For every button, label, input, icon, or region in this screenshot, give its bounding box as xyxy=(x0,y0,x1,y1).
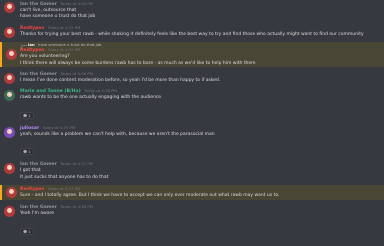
reply-preview[interactable]: Ian have someone u trust do that job xyxy=(20,42,380,49)
avatar[interactable] xyxy=(4,126,15,138)
message-mention-highlighted[interactable]: Redtypes Today at 4:37 PM Sure - and I t… xyxy=(0,185,384,201)
avatar[interactable] xyxy=(6,187,17,199)
reply-author[interactable]: Ian xyxy=(28,42,35,47)
message[interactable]: juliosar Today at 4:37 PM yeah, sounds l… xyxy=(0,125,384,157)
timestamp: Today at 4:38 PM xyxy=(60,204,93,210)
message-text: I think there will always be some burden… xyxy=(20,60,256,66)
reaction-button[interactable]: ☻ 1 xyxy=(20,227,34,235)
author-name[interactable]: juliosar xyxy=(20,126,39,131)
chat-message-list[interactable]: Ian the Gamer Today at 4:35 PM can't liv… xyxy=(0,0,384,246)
message-text: have someone u trust do that job xyxy=(20,14,96,20)
author-name[interactable]: Ian the Gamer xyxy=(20,72,57,77)
reaction-button[interactable]: ☻ 1 xyxy=(20,111,34,119)
emoji-icon: ☻ xyxy=(23,149,27,155)
emoji-icon: ☻ xyxy=(23,228,27,234)
author-name[interactable]: Ian the Gamer xyxy=(20,205,57,210)
avatar[interactable] xyxy=(4,73,15,85)
message[interactable]: Ian the Gamer Today at 4:38 PM Yeah I'm … xyxy=(0,204,384,236)
avatar[interactable] xyxy=(6,49,17,61)
avatar[interactable] xyxy=(4,90,15,102)
author-name[interactable]: Ian the Gamer xyxy=(20,162,57,167)
message-text: Sure - and I totally agree. But I think … xyxy=(20,193,280,199)
message-text: Yeah I'm aware xyxy=(20,211,55,217)
message-text: rawb wants to be the one actually engagi… xyxy=(20,95,162,101)
timestamp: Today at 4:35 PM xyxy=(47,47,81,53)
message-mention-highlighted[interactable]: Ian have someone u trust do that job Red… xyxy=(0,42,384,68)
author-name[interactable]: Redtypes xyxy=(20,48,44,53)
reaction-count: 1 xyxy=(28,112,31,118)
message-text: Thanks for trying your best rawb - while… xyxy=(20,31,364,37)
author-name[interactable]: Marie and Tanne (B/Ha) xyxy=(20,89,81,94)
message[interactable]: Ian the Gamer Today at 4:36 PM I mean I'… xyxy=(0,71,384,85)
timestamp: Today at 4:35 PM xyxy=(60,1,93,6)
message[interactable]: Ian the Gamer Today at 4:37 PM I got tha… xyxy=(0,161,384,181)
avatar[interactable] xyxy=(4,206,15,218)
timestamp: Today at 4:36 PM xyxy=(60,71,93,77)
author-name[interactable]: Redtypes xyxy=(20,26,44,31)
timestamp: Today at 4:37 PM xyxy=(60,161,93,167)
reply-text: have someone u trust do that job xyxy=(37,42,102,48)
message[interactable]: Ian the Gamer Today at 4:35 PM can't liv… xyxy=(0,0,384,21)
message[interactable]: Marie and Tanne (B/Ha) Today at 4:36 PM … xyxy=(0,88,384,120)
timestamp: Today at 4:36 PM xyxy=(84,88,117,94)
avatar[interactable] xyxy=(4,26,15,38)
reaction-count: 1 xyxy=(28,228,31,234)
message[interactable]: Redtypes Today at 4:35 PM Thanks for try… xyxy=(0,25,384,38)
timestamp: Today at 4:37 PM xyxy=(42,124,76,130)
reaction-count: 1 xyxy=(28,149,31,155)
timestamp: Today at 4:35 PM xyxy=(47,24,81,30)
author-name[interactable]: Redtypes xyxy=(20,187,44,192)
message-text: yeah, sounds like a problem we can't hel… xyxy=(20,131,215,137)
avatar[interactable] xyxy=(4,163,15,175)
author-name[interactable]: Ian the Gamer xyxy=(20,2,57,7)
reaction-button[interactable]: ☻ 1 xyxy=(20,148,34,156)
message-text: I mean I've done content moderation befo… xyxy=(20,78,221,84)
message-text: It just sucks that anyone has to do that xyxy=(20,174,109,180)
avatar[interactable] xyxy=(4,2,15,13)
timestamp: Today at 4:37 PM xyxy=(47,186,81,192)
emoji-icon: ☻ xyxy=(23,112,27,118)
